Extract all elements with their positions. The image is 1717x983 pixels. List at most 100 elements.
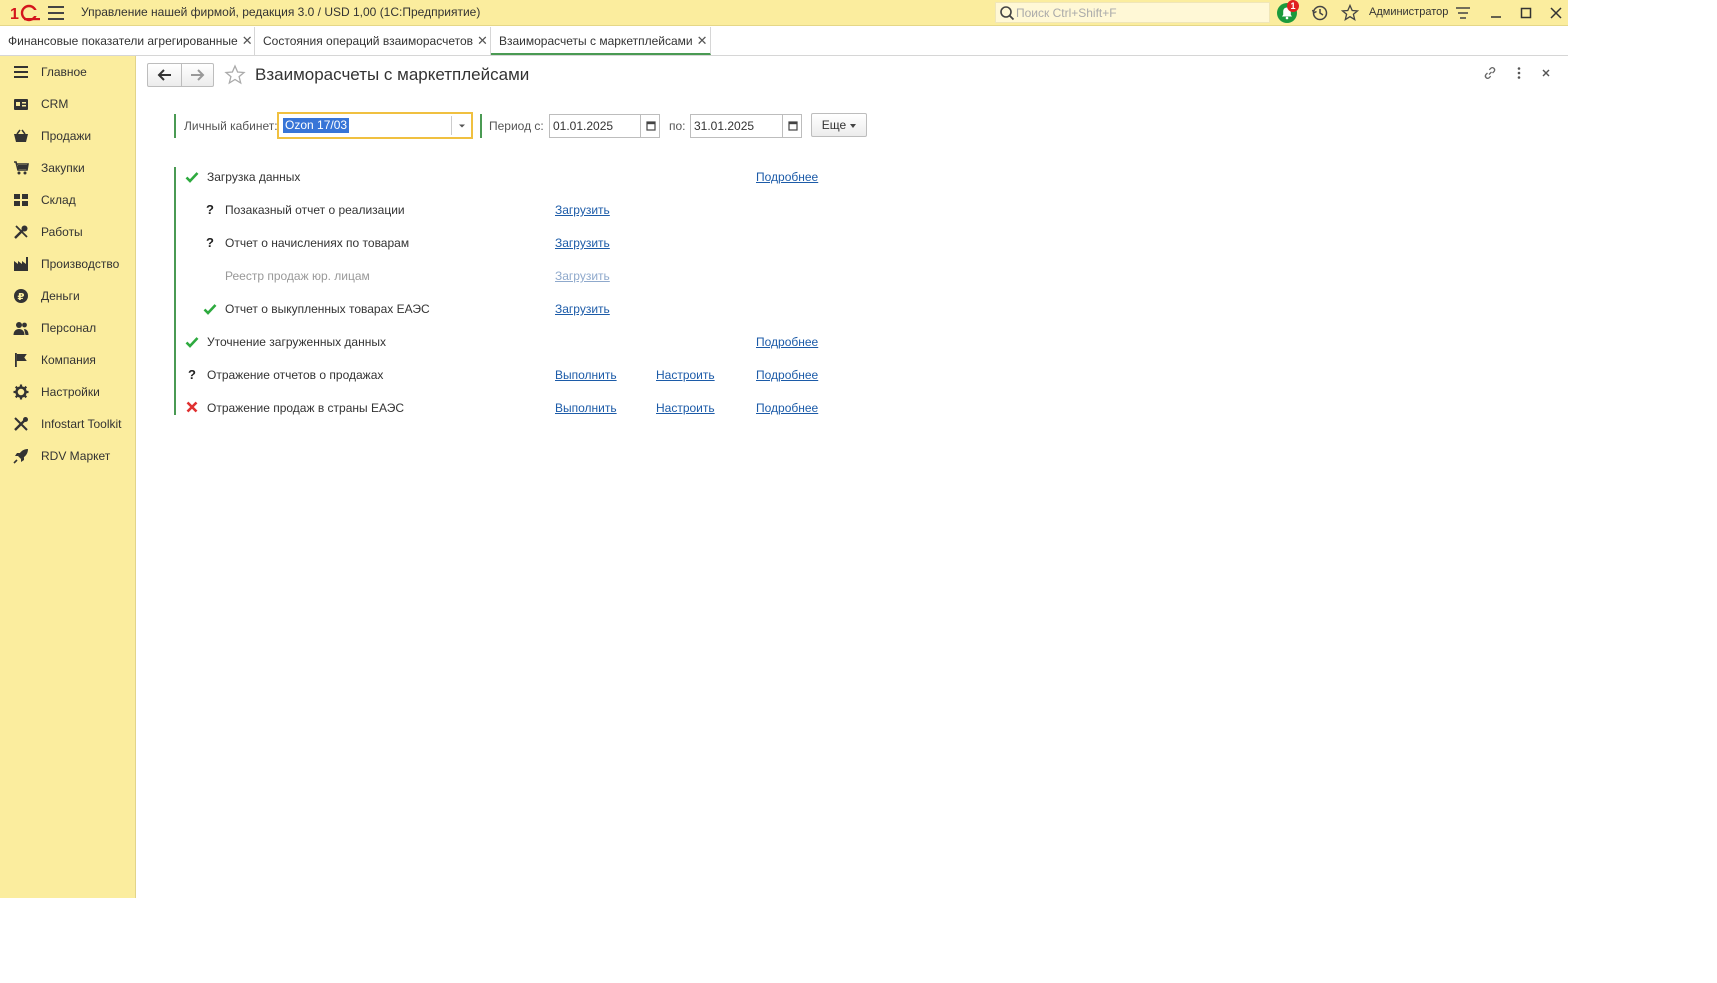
- add-to-favorites-star-icon[interactable]: [224, 64, 246, 86]
- account-value[interactable]: Ozon 17/03: [283, 118, 350, 133]
- close-tab-icon[interactable]: ✕: [477, 33, 488, 48]
- warehouse-icon: [14, 194, 28, 206]
- notifications-badge: 1: [1287, 0, 1299, 12]
- search-icon: [1000, 6, 1015, 21]
- step-details-link[interactable]: Подробнее: [756, 401, 818, 415]
- step-configure-link[interactable]: Настроить: [656, 368, 715, 382]
- history-icon[interactable]: [1310, 3, 1330, 23]
- close-window-icon[interactable]: [1546, 3, 1566, 23]
- people-icon: [13, 322, 29, 335]
- period-from-calendar-button[interactable]: [640, 115, 660, 137]
- question-icon: ?: [188, 367, 196, 382]
- sidebar-item-main[interactable]: Главное: [0, 56, 135, 88]
- sidebar-item-label: Компания: [41, 353, 96, 367]
- forward-button[interactable]: [182, 64, 214, 86]
- sidebar-item-staff[interactable]: Персонал: [0, 312, 135, 344]
- tab-marketplace-settlements[interactable]: Взаиморасчеты с маркетплейсами ✕: [491, 27, 711, 55]
- sidebar-item-sales[interactable]: Продажи: [0, 120, 135, 152]
- step-label: Загрузка данных: [207, 170, 301, 184]
- search-input[interactable]: [1016, 4, 1266, 21]
- 1c-logo-icon[interactable]: 1: [10, 4, 40, 22]
- sidebar-item-label: Персонал: [41, 321, 97, 335]
- period-from-input[interactable]: [553, 118, 639, 134]
- step-load-link[interactable]: Загрузить: [555, 269, 610, 283]
- sidebar-item-label: Infostart Toolkit: [41, 417, 122, 431]
- link-icon[interactable]: [1482, 65, 1498, 81]
- step-details-link[interactable]: Подробнее: [756, 335, 818, 349]
- sidebar-item-purchases[interactable]: Закупки: [0, 152, 135, 184]
- check-icon: [203, 304, 217, 315]
- cart-icon: [14, 161, 29, 175]
- sidebar-item-label: Работы: [41, 225, 83, 239]
- calendar-icon: [646, 121, 656, 131]
- maximize-icon[interactable]: [1516, 3, 1536, 23]
- svg-text:₽: ₽: [18, 292, 25, 303]
- sidebar-item-label: Деньги: [41, 289, 80, 303]
- tab-label: Финансовые показатели агрегированные: [8, 34, 238, 48]
- step-run-link[interactable]: Выполнить: [555, 401, 617, 415]
- step-load-link[interactable]: Загрузить: [555, 302, 610, 316]
- arrow-right-icon: [191, 69, 205, 81]
- main-content: Взаиморасчеты с маркетплейсами Личный ка…: [136, 56, 1568, 898]
- step-label: Реестр продаж юр. лицам: [225, 269, 370, 283]
- sidebar-item-infostart-toolkit[interactable]: Infostart Toolkit: [0, 408, 135, 440]
- crm-icon: [14, 99, 28, 110]
- steps-group-bar: [174, 167, 176, 415]
- rocket-icon: [13, 449, 28, 464]
- sidebar-item-crm[interactable]: CRM: [0, 88, 135, 120]
- sidebar-item-production[interactable]: Производство: [0, 248, 135, 280]
- step-configure-link[interactable]: Настроить: [656, 401, 715, 415]
- page-title: Взаиморасчеты с маркетплейсами: [255, 65, 530, 84]
- flag-icon: [15, 353, 27, 367]
- sidebar-item-label: Производство: [41, 257, 120, 271]
- step-label: Позаказный отчет о реализации: [225, 203, 405, 217]
- step-run-link[interactable]: Выполнить: [555, 368, 617, 382]
- notifications-button[interactable]: 1: [1277, 0, 1299, 23]
- tab-label: Состояния операций взаиморасчетов: [263, 34, 474, 48]
- back-button[interactable]: [148, 64, 181, 86]
- sidebar: Главное CRM Продажи Закупки Склад Работы…: [0, 56, 136, 898]
- chevron-down-icon[interactable]: [455, 116, 469, 135]
- step-label: Уточнение загруженных данных: [207, 335, 386, 349]
- svg-text:1: 1: [10, 6, 19, 22]
- period-from-field[interactable]: [549, 114, 660, 138]
- step-details-link[interactable]: Подробнее: [756, 368, 818, 382]
- tab-operation-states[interactable]: Состояния операций взаиморасчетов ✕: [255, 27, 491, 55]
- sidebar-item-rdv-market[interactable]: RDV Маркет: [0, 440, 135, 472]
- sidebar-item-warehouse[interactable]: Склад: [0, 184, 135, 216]
- settings-lines-icon[interactable]: [1453, 3, 1473, 23]
- sidebar-item-money[interactable]: ₽ Деньги: [0, 280, 135, 312]
- global-search[interactable]: [995, 2, 1270, 23]
- more-button[interactable]: Еще: [811, 113, 867, 137]
- calendar-icon: [788, 121, 798, 131]
- sidebar-item-company[interactable]: Компания: [0, 344, 135, 376]
- sidebar-item-settings[interactable]: Настройки: [0, 376, 135, 408]
- check-icon: [185, 337, 199, 348]
- period-to-calendar-button[interactable]: [782, 115, 802, 137]
- close-icon[interactable]: [1538, 65, 1554, 81]
- caret-down-icon: [850, 123, 857, 128]
- app-title: Управление нашей фирмой, редакция 3.0 / …: [81, 5, 481, 19]
- account-select[interactable]: Ozon 17/03: [277, 112, 473, 139]
- more-vertical-icon[interactable]: [1511, 65, 1527, 81]
- period-to-field[interactable]: [690, 114, 802, 138]
- period-to-input[interactable]: [694, 118, 780, 134]
- tab-financial-indicators[interactable]: Финансовые показатели агрегированные ✕: [0, 27, 255, 55]
- step-load-link[interactable]: Загрузить: [555, 236, 610, 250]
- current-user[interactable]: Администратор: [1369, 6, 1448, 18]
- close-tab-icon[interactable]: ✕: [697, 33, 708, 48]
- step-load-link[interactable]: Загрузить: [555, 203, 610, 217]
- navigation-buttons: [147, 63, 214, 87]
- question-icon: ?: [206, 202, 214, 217]
- main-menu-icon[interactable]: [48, 6, 64, 20]
- close-tab-icon[interactable]: ✕: [242, 33, 253, 48]
- sidebar-item-works[interactable]: Работы: [0, 216, 135, 248]
- favorites-star-icon[interactable]: [1340, 3, 1360, 23]
- sidebar-item-label: RDV Маркет: [41, 449, 111, 463]
- basket-icon: [14, 129, 28, 142]
- step-details-link[interactable]: Подробнее: [756, 170, 818, 184]
- error-cross-icon: [186, 401, 198, 413]
- ruble-icon: ₽: [14, 289, 28, 303]
- minimize-icon[interactable]: [1486, 3, 1506, 23]
- sidebar-item-label: Настройки: [41, 385, 100, 399]
